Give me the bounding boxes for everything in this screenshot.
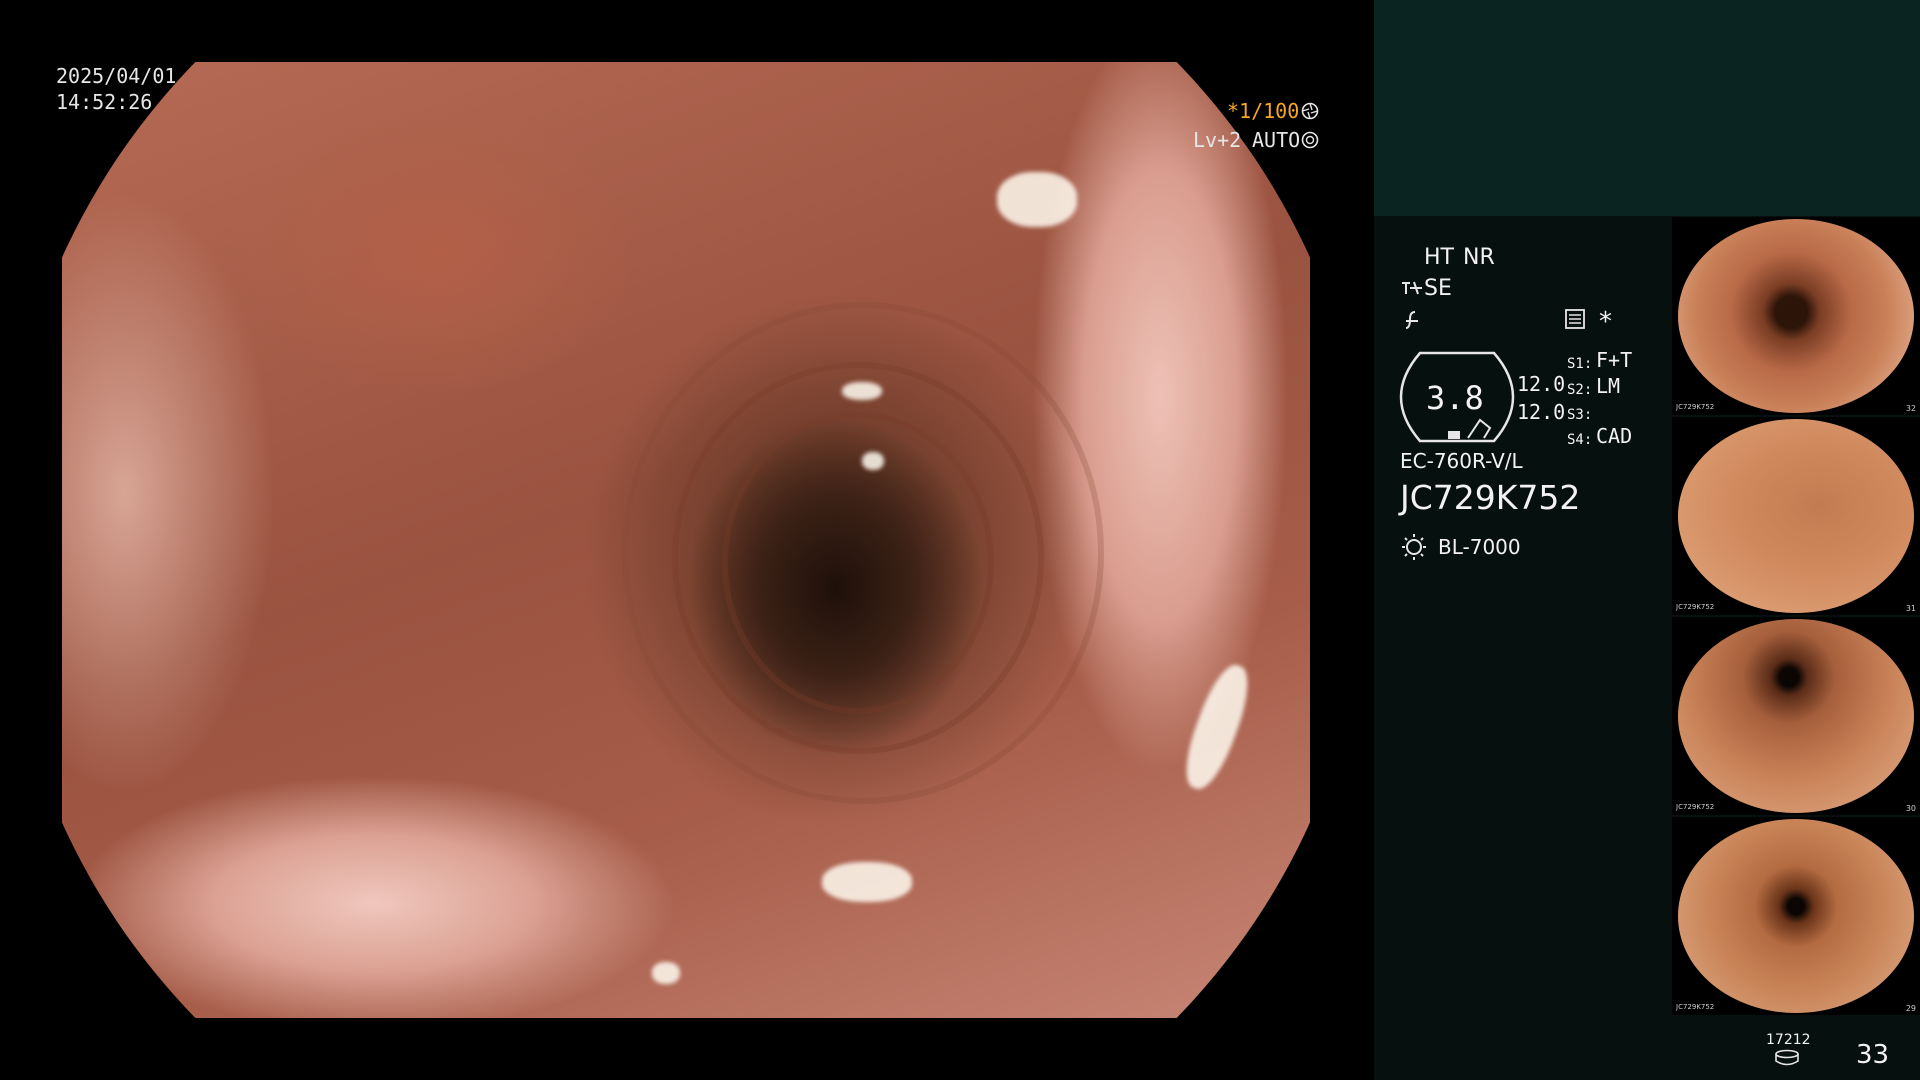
thumbnail-image: [1678, 219, 1914, 413]
endoscope-view: 2025/04/01 14:52:26 *1/100 Lv+2 AUTO: [0, 0, 1374, 1080]
ht-indicator: HT: [1424, 245, 1454, 270]
light-source: BL-7000: [1438, 535, 1521, 559]
value-bottom: 12.0: [1517, 400, 1566, 424]
thumbnail-serial: JC729K752: [1676, 803, 1715, 811]
scope-model: EC-760R-V/L: [1400, 449, 1523, 473]
thumbnail-serial: JC729K752: [1676, 1003, 1715, 1011]
thumbnail-2[interactable]: JC729K752 31: [1672, 417, 1920, 615]
light-reflection: [822, 862, 912, 902]
level-text: Lv+2: [1193, 128, 1242, 152]
settings-list-icon: [1565, 309, 1585, 329]
thumbnail-image: [1678, 419, 1914, 613]
zoom-function-icon: [1405, 311, 1418, 329]
light-reflection: [652, 962, 680, 984]
scope-serial: JC729K752: [1400, 478, 1581, 517]
enhance-icon: [1402, 281, 1422, 295]
thumbnail-serial: JC729K752: [1676, 403, 1715, 411]
panel-header-area: [1374, 0, 1920, 216]
thumbnail-serial: JC729K752: [1676, 603, 1715, 611]
iris-icon: [1301, 131, 1319, 149]
s1-label: S1:: [1567, 356, 1593, 372]
s2-label: S2:: [1567, 382, 1593, 398]
thumbnail-4[interactable]: JC729K752 29: [1672, 817, 1920, 1015]
time-text: 14:52:26: [56, 90, 153, 114]
image-count: 33: [1856, 1040, 1890, 1070]
value-top: 12.0: [1517, 372, 1566, 396]
storage-disk-icon: [1775, 1049, 1799, 1066]
light-reflection: [997, 172, 1077, 227]
info-panel: HT NR SE * 3.8 12.0 12.0 S1: F+T S2: LM …: [1374, 0, 1920, 1080]
thumbnail-index: 31: [1905, 604, 1916, 613]
light-reflection: [842, 382, 882, 400]
nr-indicator: NR: [1463, 245, 1495, 270]
light-source-icon: [1402, 534, 1426, 560]
mucosal-fold: [622, 302, 1104, 804]
star-indicator: *: [1599, 307, 1612, 337]
thumbnail-3[interactable]: JC729K752 30: [1672, 617, 1920, 815]
thumbnail-image: [1678, 819, 1914, 1013]
s3-label: S3:: [1567, 407, 1593, 423]
s4-label: S4:: [1567, 432, 1593, 448]
date-text: 2025/04/01: [56, 64, 177, 88]
light-reflection: [1175, 659, 1259, 795]
storage-count: 17212: [1766, 1032, 1811, 1048]
light-reflection: [862, 452, 884, 470]
thumbnail-index: 30: [1905, 804, 1916, 813]
thumbnail-index: 32: [1905, 404, 1916, 413]
s2-value: LM: [1596, 374, 1621, 398]
aperture-icon: [1301, 102, 1319, 120]
s1-value: F+T: [1596, 348, 1633, 372]
gauge-value: 3.8: [1426, 379, 1484, 417]
endoscope-image: [62, 62, 1310, 1018]
thumbnail-index: 29: [1905, 1004, 1916, 1013]
s4-value: CAD: [1596, 424, 1633, 448]
thumbnail-1[interactable]: JC729K752 32: [1672, 217, 1920, 415]
thumbnail-image: [1678, 619, 1914, 813]
se-indicator: SE: [1424, 276, 1452, 301]
mode-text: AUTO: [1252, 128, 1301, 152]
shutter-text: *1/100: [1227, 99, 1300, 123]
